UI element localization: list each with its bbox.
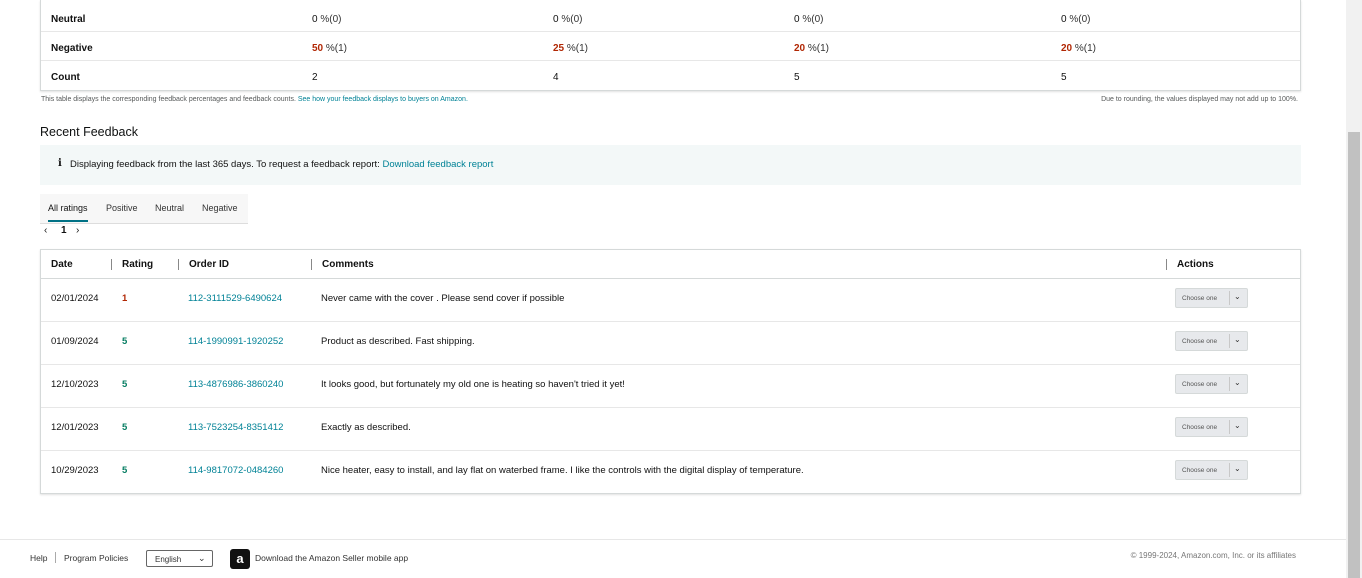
action-select[interactable]: Choose one ⌄ (1175, 331, 1248, 351)
action-select[interactable]: Choose one ⌄ (1175, 417, 1248, 437)
summary-cell: 20 %(1) (794, 43, 830, 54)
summary-cell: 5 (794, 72, 800, 83)
order-id-link[interactable]: 113-7523254-8351412 (188, 422, 283, 433)
language-select[interactable]: English ⌄ (146, 550, 213, 567)
chevron-down-icon: ⌄ (1234, 292, 1241, 301)
program-policies-link[interactable]: Program Policies (64, 553, 128, 563)
order-id-link[interactable]: 114-9817072-0484260 (188, 465, 283, 476)
row-date: 10/29/2023 (51, 465, 99, 476)
col-actions: Actions (1177, 259, 1214, 270)
table-row: 12/01/2023 5 113-7523254-8351412 Exactly… (41, 408, 1300, 451)
feedback-display-link[interactable]: See how your feedback displays to buyers… (298, 96, 468, 103)
chevron-down-icon: ⌄ (1234, 378, 1241, 387)
col-comments[interactable]: Comments (322, 259, 374, 270)
table-row: 12/10/2023 5 113-4876986-3860240 It look… (41, 365, 1300, 408)
row-rating: 1 (122, 293, 128, 304)
col-date[interactable]: Date (51, 259, 73, 270)
summary-cell: 0 %(0) (1061, 14, 1091, 25)
col-order-id[interactable]: Order ID (189, 259, 229, 270)
col-rating[interactable]: Rating (122, 259, 153, 270)
order-id-link[interactable]: 113-4876986-3860240 (188, 379, 283, 390)
feedback-summary-table: Neutral 0 %(0) 0 %(0) 0 %(0) 0 %(0) Nega… (40, 0, 1301, 91)
row-label: Neutral (51, 14, 86, 25)
summary-cell: 0 %(0) (794, 14, 824, 25)
chevron-down-icon: ⌄ (1234, 421, 1241, 430)
chevron-down-icon: ⌄ (1234, 464, 1241, 473)
copyright-text: © 1999-2024, Amazon.com, Inc. or its aff… (1130, 551, 1296, 560)
chevron-right-icon[interactable]: › (76, 225, 79, 236)
summary-cell: 0 %(0) (553, 14, 583, 25)
row-date: 02/01/2024 (51, 293, 99, 304)
column-divider (1166, 259, 1167, 270)
info-text: Displaying feedback from the last 365 da… (70, 159, 380, 170)
download-app-link[interactable]: Download the Amazon Seller mobile app (255, 553, 408, 563)
row-label: Negative (51, 43, 93, 54)
chevron-left-icon[interactable]: ‹ (44, 225, 47, 236)
info-banner: i Displaying feedback from the last 365 … (40, 145, 1301, 185)
summary-cell: 5 (1061, 72, 1067, 83)
column-divider (178, 259, 179, 270)
row-comment: Nice heater, easy to install, and lay fl… (321, 465, 804, 476)
action-select[interactable]: Choose one ⌄ (1175, 288, 1248, 308)
table-row: 10/29/2023 5 114-9817072-0484260 Nice he… (41, 451, 1300, 494)
order-id-link[interactable]: 112-3111529-6490624 (188, 293, 282, 304)
table-row: 02/01/2024 1 112-3111529-6490624 Never c… (41, 279, 1300, 322)
tab-positive[interactable]: Positive (106, 203, 138, 213)
column-divider (311, 259, 312, 270)
order-id-link[interactable]: 114-1990991-1920252 (188, 336, 283, 347)
action-select[interactable]: Choose one ⌄ (1175, 460, 1248, 480)
page-number[interactable]: 1 (61, 225, 67, 236)
feedback-table: Date Rating Order ID Comments Actions 02… (40, 249, 1301, 494)
page-footer: Help Program Policies English ⌄ a Downlo… (0, 539, 1346, 578)
summary-cell: 50 %(1) (312, 43, 348, 54)
row-comment: Product as described. Fast shipping. (321, 336, 475, 347)
table-header: Date Rating Order ID Comments Actions (41, 250, 1300, 279)
table-row: 01/09/2024 5 114-1990991-1920252 Product… (41, 322, 1300, 365)
tab-all-ratings[interactable]: All ratings (48, 203, 88, 213)
download-report-link[interactable]: Download feedback report (382, 159, 493, 170)
rounding-note: Due to rounding, the values displayed ma… (1101, 96, 1298, 103)
row-comment: It looks good, but fortunately my old on… (321, 379, 625, 390)
amazon-app-icon[interactable]: a (230, 549, 250, 569)
column-divider (111, 259, 112, 270)
row-label: Count (51, 72, 80, 83)
row-rating: 5 (122, 465, 128, 476)
active-tab-indicator (48, 220, 88, 222)
row-comment: Exactly as described. (321, 422, 411, 433)
chevron-down-icon: ⌄ (198, 553, 206, 563)
footer-divider (55, 552, 56, 563)
summary-row-count: Count 2 4 5 5 (41, 61, 1300, 90)
summary-cell: 0 %(0) (312, 14, 342, 25)
tab-neutral[interactable]: Neutral (155, 203, 184, 213)
row-rating: 5 (122, 336, 128, 347)
summary-note: This table displays the corresponding fe… (41, 96, 468, 103)
summary-row-negative: Negative 50 %(1) 25 %(1) 20 %(1) 20 %(1) (41, 32, 1300, 61)
summary-row-neutral: Neutral 0 %(0) 0 %(0) 0 %(0) 0 %(0) (41, 3, 1300, 32)
chevron-down-icon: ⌄ (1234, 335, 1241, 344)
row-rating: 5 (122, 422, 128, 433)
row-date: 12/10/2023 (51, 379, 99, 390)
summary-cell: 20 %(1) (1061, 43, 1097, 54)
info-icon: i (58, 158, 62, 169)
rating-tabs: All ratings Positive Neutral Negative (40, 194, 248, 224)
summary-cell: 25 %(1) (553, 43, 589, 54)
summary-cell: 2 (312, 72, 318, 83)
row-date: 01/09/2024 (51, 336, 99, 347)
row-date: 12/01/2023 (51, 422, 99, 433)
help-link[interactable]: Help (30, 553, 47, 563)
tab-negative[interactable]: Negative (202, 203, 238, 213)
recent-feedback-title: Recent Feedback (40, 125, 138, 139)
summary-cell: 4 (553, 72, 559, 83)
scrollbar-thumb[interactable] (1348, 132, 1360, 578)
action-select[interactable]: Choose one ⌄ (1175, 374, 1248, 394)
row-comment: Never came with the cover . Please send … (321, 293, 565, 304)
row-rating: 5 (122, 379, 128, 390)
